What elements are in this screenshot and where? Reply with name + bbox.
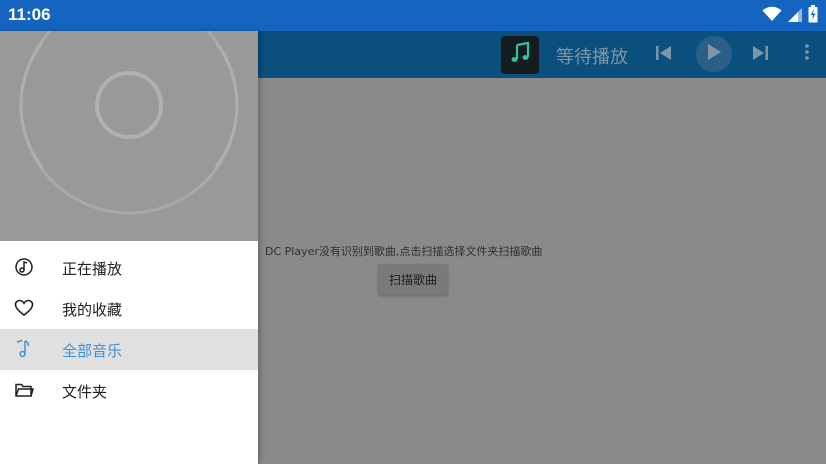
- drawer-item-label: 全部音乐: [62, 342, 123, 360]
- now-playing-title[interactable]: 等待播放: [556, 43, 628, 69]
- drawer-header: [0, 31, 258, 241]
- next-button[interactable]: [747, 42, 773, 68]
- more-vert-icon: [805, 44, 809, 64]
- main-content: DC Player没有识别到歌曲,点击扫描选择文件夹扫描歌曲 扫描歌曲: [258, 78, 826, 464]
- more-options-button[interactable]: [800, 41, 814, 67]
- music-note-icon: [14, 339, 34, 359]
- drawer-item-folders[interactable]: 文件夹: [0, 370, 258, 411]
- music-disc-icon: [14, 257, 34, 277]
- cellular-signal-icon: [788, 7, 802, 26]
- heart-icon: [14, 298, 34, 318]
- wifi-icon: [762, 6, 782, 26]
- drawer-item-label: 文件夹: [62, 383, 108, 401]
- battery-charging-icon: [808, 5, 818, 27]
- folder-icon: [14, 380, 34, 400]
- drawer-item-now-playing[interactable]: 正在播放: [0, 247, 258, 288]
- drawer-menu: 正在播放 我的收藏 全部音乐 文件夹: [0, 247, 258, 411]
- previous-icon: [655, 45, 673, 65]
- navigation-drawer: 正在播放 我的收藏 全部音乐 文件夹: [0, 31, 258, 464]
- drawer-item-favorites[interactable]: 我的收藏: [0, 288, 258, 329]
- play-icon: [706, 43, 722, 65]
- drawer-item-all-music[interactable]: 全部音乐: [0, 329, 258, 370]
- status-icons: [762, 5, 818, 27]
- scan-songs-button[interactable]: 扫描歌曲: [378, 264, 448, 295]
- album-art-thumbnail[interactable]: [501, 36, 539, 74]
- app-toolbar: 等待播放: [258, 31, 826, 78]
- status-bar: 11:06: [0, 0, 826, 31]
- play-button[interactable]: [696, 36, 732, 72]
- app-screen: 11:06 等待播放 DC Player没有识别到歌曲,点击扫描选择文件夹扫描歌…: [0, 0, 826, 464]
- drawer-item-label: 我的收藏: [62, 301, 123, 319]
- vinyl-disc-icon: [0, 31, 258, 241]
- empty-library-message: DC Player没有识别到歌曲,点击扫描选择文件夹扫描歌曲: [265, 245, 543, 258]
- next-icon: [751, 45, 769, 65]
- status-time: 11:06: [8, 5, 51, 24]
- drawer-item-label: 正在播放: [62, 260, 123, 278]
- music-note-icon: [508, 41, 532, 69]
- previous-button[interactable]: [651, 42, 677, 68]
